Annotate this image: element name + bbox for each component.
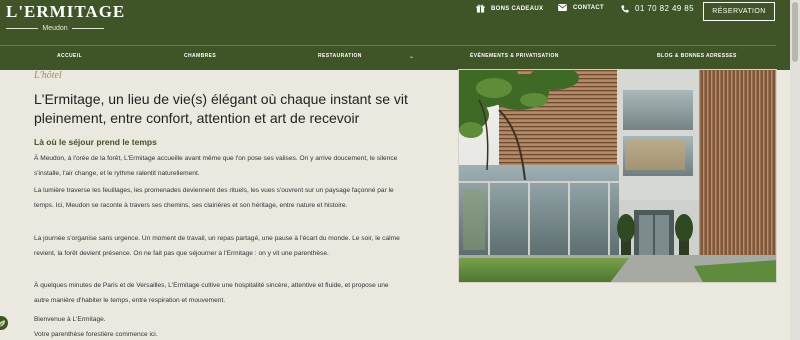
- contact-link[interactable]: CONTACT: [558, 4, 604, 11]
- welcome-line: Bienvenue à L'Ermitage.: [34, 316, 106, 323]
- phone-icon: [621, 4, 629, 13]
- closing-text: Bienvenue à L'Ermitage. Votre parenthèse…: [34, 313, 404, 340]
- contact-label: CONTACT: [573, 4, 604, 11]
- scrollbar-thumb[interactable]: [792, 2, 798, 62]
- page-title: L'Ermitage, un lieu de vie(s) élégant où…: [34, 91, 408, 126]
- nav-item-blog[interactable]: BLOG & BONNES ADRESSES: [657, 53, 737, 59]
- logo-location: Meudon: [6, 25, 105, 32]
- envelope-icon: [558, 4, 567, 11]
- nav-item-restauration[interactable]: RESTAURATION: [318, 53, 362, 59]
- hotel-entrance-photo: [458, 69, 777, 283]
- intro-paragraph: La lumière traverse les feuillages, les …: [34, 187, 394, 209]
- intro-paragraph: À quelques minutes de Paris et de Versai…: [34, 282, 389, 304]
- section-subheading: Là où le séjour prend le temps: [34, 137, 157, 147]
- leaf-badge-icon[interactable]: [0, 316, 8, 330]
- header-divider: [0, 45, 776, 46]
- logo-divider: [71, 28, 105, 29]
- logo-name: L'ERMITAGE: [6, 2, 126, 21]
- nav-item-accueil[interactable]: ACCUEIL: [57, 53, 82, 59]
- site-header: L'ERMITAGE Meudon BONS CADEAUX CONTACT 0…: [0, 0, 800, 70]
- reservation-button[interactable]: RÉSERVATION: [703, 2, 775, 21]
- logo[interactable]: L'ERMITAGE Meudon: [6, 2, 126, 32]
- nav-item-chambres[interactable]: CHAMBRES: [184, 53, 216, 59]
- logo-divider: [6, 28, 39, 29]
- logo-location-text: Meudon: [42, 25, 68, 32]
- gift-voucher-label: BONS CADEAUX: [491, 5, 544, 12]
- nav-item-evenements[interactable]: ÉVÉNEMENTS & PRIVATISATION: [470, 53, 559, 59]
- page-scrollbar[interactable]: [790, 0, 800, 340]
- gift-voucher-link[interactable]: BONS CADEAUX: [476, 4, 543, 13]
- chevron-down-icon[interactable]: ⌄: [409, 53, 414, 60]
- section-kicker: L'hôtel: [34, 70, 62, 81]
- closing-line: Votre parenthèse forestière commence ici…: [34, 330, 158, 338]
- phone-number: 01 70 82 49 85: [635, 4, 694, 13]
- phone-link[interactable]: 01 70 82 49 85: [621, 4, 694, 13]
- intro-paragraph: À Meudon, à l'orée de la forêt, L'Ermita…: [34, 155, 398, 177]
- gift-icon: [476, 4, 485, 13]
- intro-paragraph: La journée s'organise sans urgence. Un m…: [34, 235, 400, 257]
